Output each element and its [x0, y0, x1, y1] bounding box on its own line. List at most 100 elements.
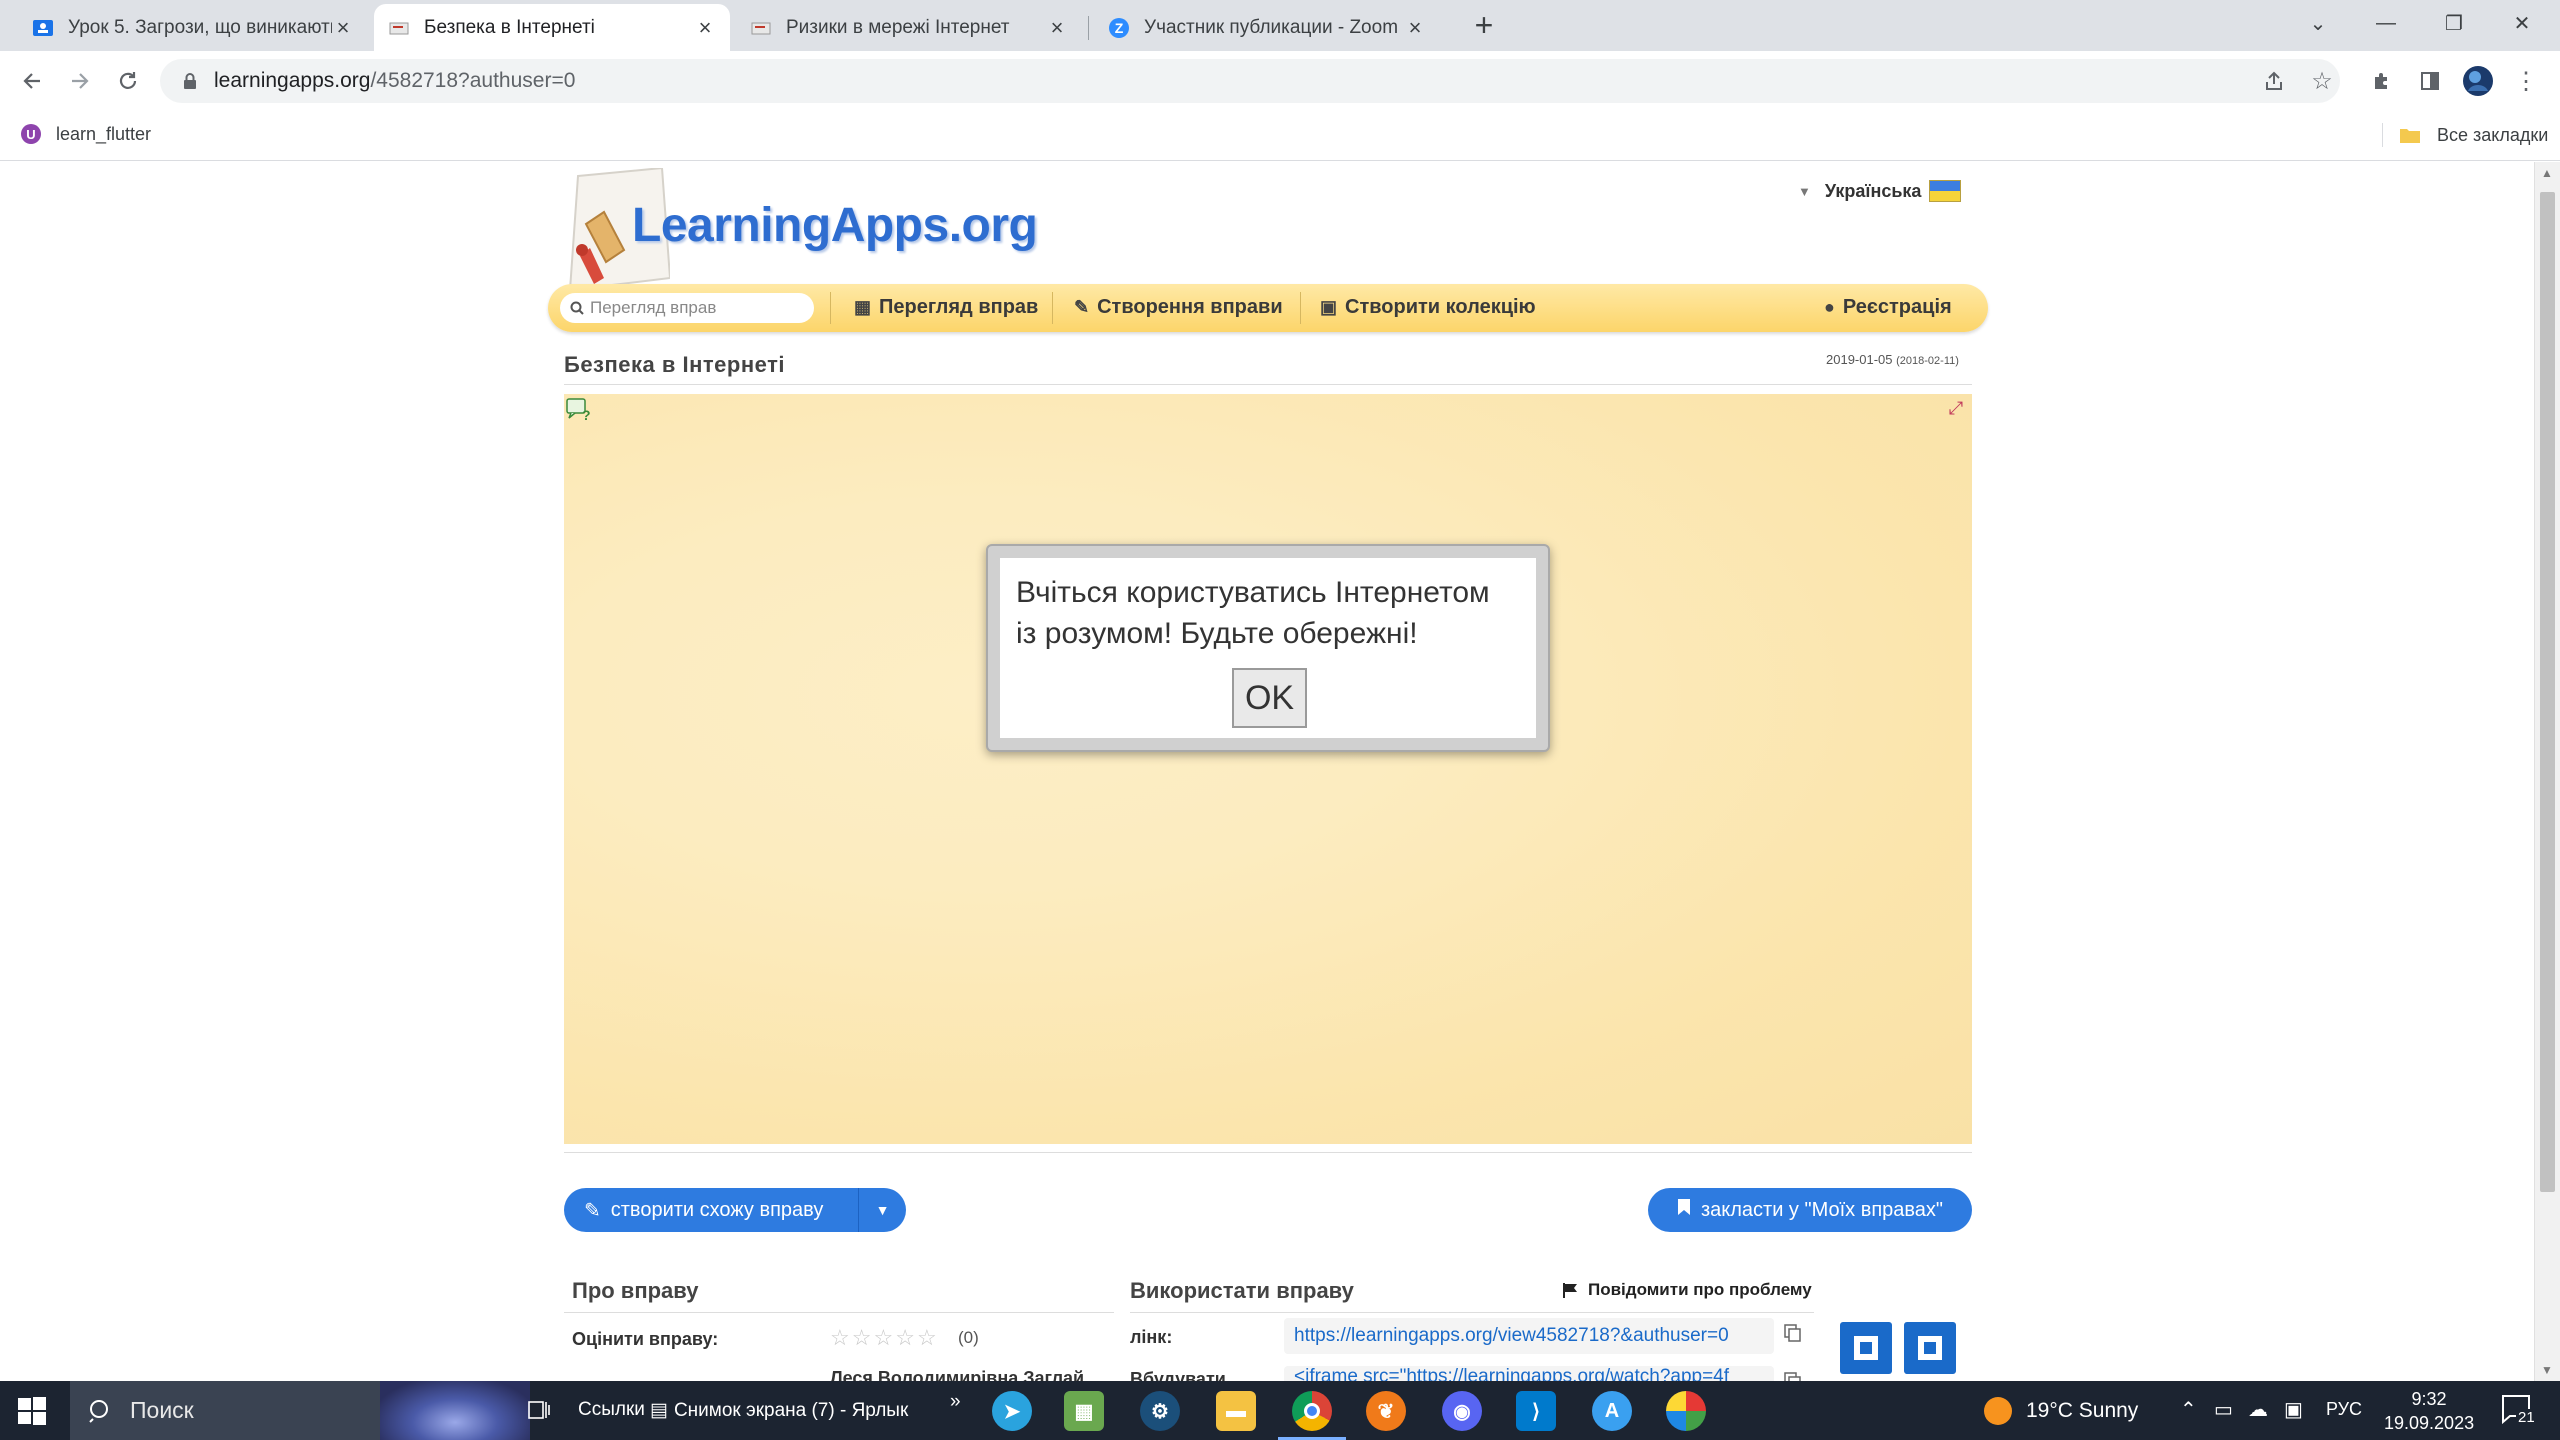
dialog-body: Вчіться користуватись Інтернетом із розу… — [1000, 558, 1536, 738]
rate-label: Оцінити вправу: — [572, 1329, 719, 1349]
new-tab-button[interactable]: + — [1468, 9, 1500, 42]
exercise-dates: 2019-01-05 (2018-02-11) — [1826, 352, 1959, 367]
app-store-icon[interactable]: A — [1592, 1391, 1632, 1431]
close-icon[interactable]: × — [1046, 15, 1068, 40]
task-view-icon[interactable] — [526, 1397, 552, 1423]
minecraft-icon[interactable]: ▦ — [1064, 1391, 1104, 1431]
color-app-icon[interactable] — [1666, 1391, 1706, 1431]
close-icon[interactable]: × — [694, 15, 716, 40]
caret-down-icon[interactable]: ▼ — [858, 1188, 906, 1232]
nav-create-exercise[interactable]: ✎ Створення вправи — [1074, 296, 1283, 319]
taskbar-screenshot-shortcut[interactable]: ▤ Снимок экрана (7) - Ярлык — [650, 1399, 908, 1422]
exercise-search-input[interactable]: Перегляд вправ — [560, 293, 814, 323]
side-panel-icon[interactable] — [2414, 65, 2446, 97]
share-link-field[interactable]: https://learningapps.org/view4582718?&au… — [1284, 1318, 1774, 1354]
folder-icon — [2400, 129, 2420, 143]
bookmark-icon — [1677, 1198, 1691, 1222]
copy-icon[interactable] — [1784, 1372, 1802, 1381]
bookmark-star-icon[interactable]: ☆ — [2306, 65, 2338, 97]
fullscreen-link-icon[interactable] — [1904, 1322, 1956, 1374]
star-icon[interactable]: ☆ — [917, 1325, 939, 1350]
network-icon[interactable]: ▣ — [2284, 1397, 2303, 1422]
steam-icon[interactable]: ⚙ — [1140, 1391, 1180, 1431]
search-highlight-image — [380, 1381, 530, 1440]
divider — [564, 1312, 1114, 1313]
embed-code-field[interactable]: <iframe src="https://learningapps.org/wa… — [1284, 1366, 1774, 1381]
tab-search-chevron-icon[interactable]: ⌄ — [2284, 0, 2352, 46]
learningapps-icon — [388, 17, 410, 39]
learningapps-logo[interactable]: LearningApps.org — [560, 168, 1040, 298]
nav-divider — [830, 292, 831, 324]
star-icon[interactable]: ☆ — [852, 1325, 874, 1350]
tab-zoom[interactable]: Z Участник публикации - Zoom × — [1094, 4, 1440, 51]
chrome-menu-icon[interactable]: ⋮ — [2510, 65, 2542, 97]
create-similar-main[interactable]: ✎ створити схожу вправу — [564, 1198, 858, 1223]
address-bar[interactable]: learningapps.org/4582718?authuser=0 — [160, 59, 2340, 103]
create-similar-button[interactable]: ✎ створити схожу вправу ▼ — [564, 1188, 906, 1232]
ok-button[interactable]: OK — [1232, 668, 1307, 728]
rating-stars[interactable]: ☆☆☆☆☆ — [830, 1325, 939, 1351]
input-language[interactable]: РУС — [2326, 1399, 2362, 1420]
exercise-app-frame[interactable]: ? ⤢ Вчіться користуватись Інтернетом із … — [564, 394, 1972, 1144]
profile-avatar[interactable] — [2462, 65, 2494, 97]
qr-code-icon[interactable] — [1840, 1322, 1892, 1374]
bookmark-all-bookmarks[interactable]: Все закладки — [2382, 123, 2548, 147]
scroll-down-arrow-icon[interactable]: ▼ — [2541, 1363, 2553, 1377]
meet-now-icon[interactable]: ▭ — [2214, 1397, 2233, 1422]
vscode-icon[interactable]: ⟩ — [1516, 1391, 1556, 1431]
tab-strip: Урок 5. Загрози, що виникають × Безпека … — [0, 0, 2560, 51]
tray-chevron-icon[interactable]: ⌃ — [2180, 1397, 2197, 1422]
author-name[interactable]: Леся Володимирівна Заглай — [830, 1368, 1084, 1381]
windows-start-icon[interactable] — [16, 1395, 48, 1427]
page-scrollbar[interactable]: ▲ ▼ — [2534, 162, 2560, 1381]
fullscreen-icon[interactable]: ⤢ — [1946, 398, 1966, 418]
svg-text:U: U — [26, 127, 35, 142]
discord-icon[interactable]: ◉ — [1442, 1391, 1482, 1431]
tab-lesson-5[interactable]: Урок 5. Загрози, що виникають × — [18, 4, 368, 51]
file-explorer-icon[interactable]: ▬ — [1216, 1391, 1256, 1431]
restore-button[interactable]: ❐ — [2420, 0, 2488, 46]
tab-separator — [1088, 16, 1089, 40]
share-icon[interactable] — [2258, 65, 2290, 97]
close-window-button[interactable]: ✕ — [2488, 0, 2556, 46]
star-icon[interactable]: ☆ — [830, 1325, 852, 1350]
back-button[interactable] — [14, 63, 50, 99]
divider — [564, 384, 1972, 385]
nav-register[interactable]: ● Реєстрація — [1824, 296, 1952, 319]
bookmark-learn-flutter[interactable]: U learn_flutter — [20, 123, 151, 145]
chrome-icon[interactable] — [1278, 1391, 1346, 1440]
collection-frame-icon: ▣ — [1320, 297, 1338, 317]
scroll-up-arrow-icon[interactable]: ▲ — [2541, 166, 2553, 180]
forward-button[interactable] — [62, 63, 98, 99]
language-selector[interactable]: ▼ Українська — [1798, 180, 1962, 202]
nav-create-collection[interactable]: ▣ Створити колекцію — [1320, 296, 1536, 319]
tab-internet-risks[interactable]: Ризики в мережі Інтернет × — [736, 4, 1082, 51]
taskbar-links-toolbar[interactable]: Ссылки — [578, 1399, 645, 1421]
notification-center-icon[interactable]: 21 — [2500, 1393, 2536, 1427]
reload-icon — [119, 72, 137, 89]
dropdown-triangle-icon: ▼ — [1798, 183, 1811, 199]
reload-button[interactable] — [110, 63, 146, 99]
extensions-puzzle-icon[interactable] — [2366, 65, 2398, 97]
nav-browse-exercises[interactable]: ▦ Перегляд вправ — [854, 296, 1038, 319]
rating-count: (0) — [958, 1328, 979, 1347]
close-icon[interactable]: × — [332, 15, 354, 40]
help-icon[interactable]: ? — [566, 396, 592, 422]
main-navbar: Перегляд вправ ▦ Перегляд вправ ✎ Створенн… — [548, 284, 1988, 332]
system-clock[interactable]: 9:32 19.09.2023 — [2384, 1387, 2474, 1435]
copy-icon[interactable] — [1784, 1324, 1802, 1342]
save-to-my-apps-button[interactable]: закласти у "Моїх вправах" — [1648, 1188, 1972, 1232]
weather-widget[interactable]: 19°C Sunny — [1984, 1397, 2138, 1425]
fl-studio-icon[interactable]: ❦ — [1366, 1391, 1406, 1431]
report-problem-link[interactable]: Повідомити про проблему — [1562, 1280, 1812, 1300]
star-icon[interactable]: ☆ — [895, 1325, 917, 1350]
telegram-icon[interactable]: ➤ — [992, 1391, 1032, 1431]
minimize-button[interactable]: — — [2352, 0, 2420, 46]
taskbar-search-box[interactable]: Поиск — [70, 1381, 530, 1440]
taskbar-overflow-chevron[interactable]: » — [950, 1391, 961, 1413]
tab-internet-safety[interactable]: Безпека в Інтернеті × — [374, 4, 730, 51]
onedrive-cloud-icon[interactable]: ☁ — [2248, 1397, 2268, 1422]
close-icon[interactable]: × — [1404, 15, 1426, 40]
scrollbar-thumb[interactable] — [2540, 192, 2555, 1192]
star-icon[interactable]: ☆ — [873, 1325, 895, 1350]
